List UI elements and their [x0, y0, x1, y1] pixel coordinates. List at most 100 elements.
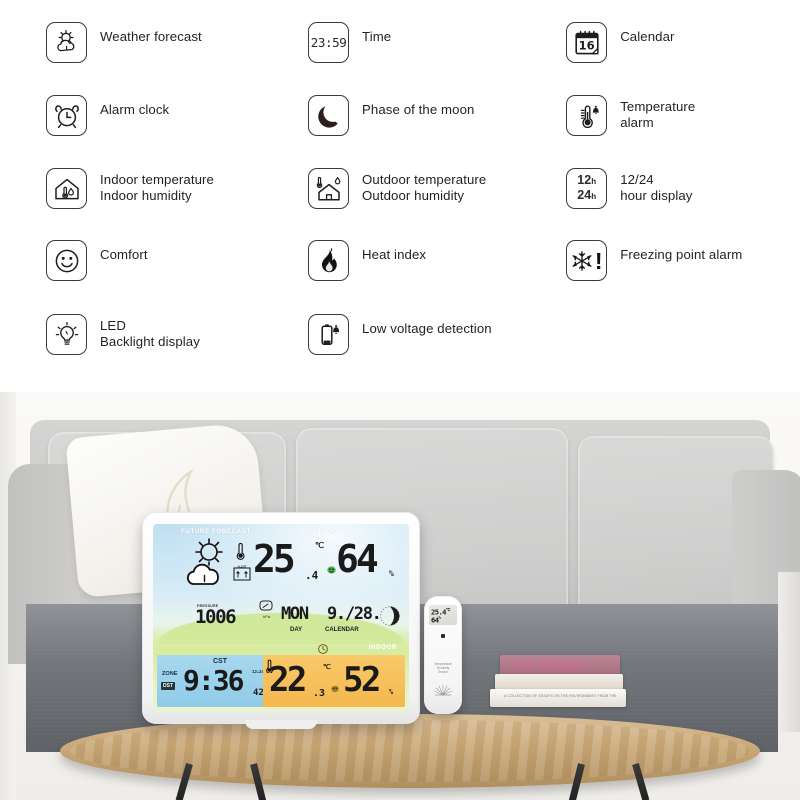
wood-grain	[70, 720, 750, 782]
feature-label: Comfort	[100, 247, 148, 262]
feature-indoor-climate: Indoor temperature Indoor humidity	[46, 168, 308, 240]
snowflake-alert-icon: !	[566, 240, 608, 281]
day-label: DAY	[290, 627, 303, 633]
calendar-value: 9./28.	[327, 604, 382, 624]
hour-24-unit: h	[591, 191, 597, 201]
feature-alarm-clock: Alarm clock	[46, 95, 308, 168]
outdoor-humidity-unit: %	[389, 569, 394, 578]
house-indoor-icon	[46, 168, 87, 209]
feature-label: Heat index	[362, 247, 427, 262]
sensor-caption: Temperature Humidity Sensor	[434, 662, 452, 674]
feature-freezing-alarm: ! Freezing point alarm	[566, 240, 770, 314]
sensor-signal-icon	[433, 684, 453, 696]
indoor-temperature-value: 22	[269, 660, 307, 700]
indoor-temperature-decimal: .3	[313, 688, 326, 699]
pressure-value: 1006	[195, 606, 237, 628]
indoor-humidity-unit: %	[389, 688, 394, 696]
sensor-humidity-unit: %	[438, 615, 441, 620]
feature-calendar: 16 Calendar	[566, 22, 770, 95]
label-indoor: INDOOR	[368, 644, 397, 651]
book-cover-script: Les Voyages	[512, 658, 587, 672]
pressure-unit: hPa	[263, 614, 271, 619]
feature-row: Comfort Heat index ! Freezing point alar…	[46, 240, 770, 314]
book-middle	[495, 674, 623, 690]
weather-station-lcd: FUTURE FORECAST OUTDOOR INDOOR ALERT 25 …	[153, 524, 409, 712]
snowflake-glyph	[572, 250, 592, 271]
feature-label: Time	[362, 29, 392, 44]
hour-12-value: 12	[577, 173, 592, 187]
svg-text:ALERT: ALERT	[237, 564, 246, 568]
moon-phase-icon	[380, 606, 400, 626]
sensor-temperature-unit: ℃	[445, 607, 450, 612]
comfort-indicator-icon	[327, 566, 336, 574]
svg-text:16: 16	[578, 38, 594, 52]
feature-label: Outdoor temperature Outdoor humidity	[362, 172, 487, 203]
battery-bell-icon	[308, 314, 350, 355]
outdoor-temperature-decimal: .4	[305, 569, 319, 582]
label-future-forecast: FUTURE FORECAST	[181, 528, 251, 535]
feature-row: Weather forecast 23:59 Time 16 Calendar	[46, 22, 770, 95]
outdoor-temperature-value: 25	[253, 537, 296, 581]
calendar-icon: 16	[566, 22, 608, 63]
hour-format-24: 24h	[577, 188, 597, 204]
time-zone-panel: ZONE DST CST 9:36 42 12₅24₅	[157, 655, 279, 707]
feature-led-backlight: LED Backlight display	[46, 314, 308, 384]
feature-comfort: Comfort	[46, 240, 308, 314]
indoor-alarm-icon	[318, 644, 328, 654]
feature-hour-format: 12h 24h 12/24 hour display	[566, 168, 770, 240]
feature-label: Phase of the moon	[362, 102, 475, 117]
weather-station-device[interactable]: FUTURE FORECAST OUTDOOR INDOOR ALERT 25 …	[142, 512, 420, 729]
digital-time-value: 23:59	[310, 35, 347, 50]
feature-row: Indoor temperature Indoor humidity Outdo…	[46, 168, 770, 240]
indoor-comfort-icon	[331, 685, 339, 693]
sensor-lcd: 25.4℃ 64%	[429, 605, 457, 625]
feature-label: Calendar	[620, 29, 675, 44]
feature-label: Freezing point alarm	[620, 247, 743, 262]
digital-time-icon: 23:59	[308, 22, 350, 63]
book-spine-text: A COLLECTION OF ESSAYS ON THE ENVIRONMEN…	[504, 694, 616, 698]
right-edge-furniture	[778, 572, 800, 732]
light-bulb-icon	[46, 314, 87, 355]
sensor-humidity: 64%	[431, 615, 457, 624]
outdoor-temperature-unit: ℃	[315, 541, 324, 550]
flame-icon	[308, 240, 350, 281]
clock-time: 9:36	[183, 664, 244, 697]
remote-sensor-device[interactable]: 25.4℃ 64% Temperature Humidity Sensor	[424, 596, 462, 714]
alarm-clock-icon	[46, 95, 87, 136]
feature-label: Indoor temperature Indoor humidity	[100, 172, 214, 203]
feature-heat-index: Heat index	[308, 240, 566, 314]
feature-time: 23:59 Time	[308, 22, 566, 95]
feature-label: LED Backlight display	[100, 318, 200, 349]
feature-label: Low voltage detection	[362, 321, 492, 336]
smiley-face-icon	[46, 240, 87, 281]
sun-cloud-icon	[46, 22, 87, 63]
pressure-gauge-icon	[259, 600, 273, 611]
feature-label: Temperature alarm	[620, 99, 696, 130]
feature-row: Alarm clock Phase of the moon Temperatur…	[46, 95, 770, 168]
indoor-humidity-value: 52	[343, 660, 381, 700]
outdoor-humidity-value: 64	[336, 537, 379, 581]
house-outdoor-icon	[308, 168, 350, 209]
thermometer-bell-icon	[566, 95, 608, 136]
feature-list: Weather forecast 23:59 Time 16 Calendar …	[0, 0, 800, 392]
feature-moon-phase: Phase of the moon	[308, 95, 566, 168]
feature-label: Weather forecast	[100, 29, 202, 44]
outdoor-alert-icon: ALERT	[233, 564, 251, 581]
outdoor-thermo-icon	[236, 542, 245, 560]
feature-empty-slot	[566, 314, 770, 384]
feature-temperature-alarm: Temperature alarm	[566, 95, 770, 168]
alert-exclamation-icon: !	[594, 247, 603, 274]
hour-12-unit: h	[591, 177, 597, 186]
feature-label: Alarm clock	[100, 102, 170, 117]
hour-format-12: 12h	[577, 173, 597, 189]
coffee-table-top	[60, 714, 760, 788]
hour-format-icon: 12h 24h	[566, 168, 608, 209]
feature-low-voltage: Low voltage detection	[308, 314, 566, 384]
indoor-temperature-unit: ℃	[323, 663, 331, 671]
dst-badge: DST	[161, 682, 175, 690]
sensor-led-indicator	[441, 634, 445, 638]
calendar-label: CALENDAR	[325, 627, 359, 633]
indoor-panel: 22 .3 ℃ 52 %	[263, 644, 405, 707]
feature-weather-forecast: Weather forecast	[46, 22, 308, 95]
feature-label: 12/24 hour display	[620, 172, 693, 203]
